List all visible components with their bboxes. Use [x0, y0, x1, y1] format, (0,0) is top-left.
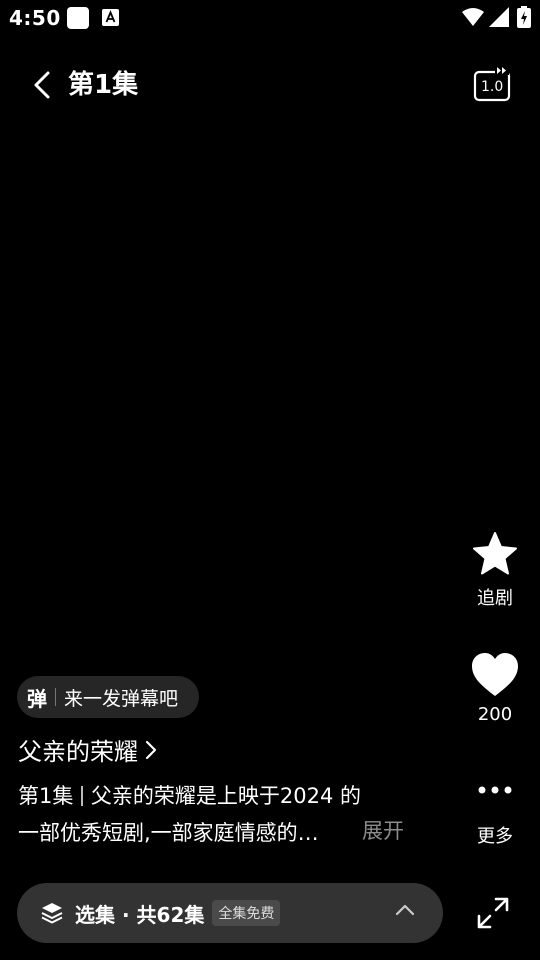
- layers-icon: [41, 903, 63, 924]
- battery-charging-icon: [517, 6, 531, 28]
- danmaku-input[interactable]: 弹 来一发弹幕吧: [17, 676, 199, 718]
- free-badge: 全集免费: [212, 900, 281, 926]
- status-time: 4:50: [9, 6, 61, 30]
- chevron-up-icon[interactable]: [395, 903, 415, 917]
- episode-selector-bar[interactable]: 选集 · 共62集 全集免费: [17, 883, 443, 943]
- expand-button[interactable]: 展开: [362, 815, 404, 845]
- back-arrow-icon[interactable]: [28, 68, 60, 102]
- divider: [81, 786, 83, 806]
- divider: [55, 688, 56, 706]
- follow-label: 追剧: [477, 588, 513, 609]
- episode-count-label: 选集 · 共62集: [75, 902, 205, 927]
- follow-drama-button[interactable]: 追剧: [465, 530, 525, 610]
- more-label: 更多: [477, 826, 513, 847]
- drama-title: 父亲的荣耀: [18, 738, 138, 766]
- star-icon: [473, 532, 517, 575]
- speed-label: 1.0: [481, 79, 504, 95]
- danmaku-icon: 弹: [27, 686, 47, 711]
- wifi-icon: [462, 8, 484, 26]
- description-line-1: 父亲的荣耀是上映于2024 的: [90, 784, 361, 808]
- page-title: 第1集: [68, 70, 139, 100]
- cell-signal-icon: [489, 7, 509, 27]
- danmaku-placeholder: 来一发弹幕吧: [64, 687, 179, 710]
- notification-app-icon: [67, 7, 89, 29]
- like-button[interactable]: 200: [465, 652, 525, 725]
- keyboard-a-icon: [102, 9, 119, 26]
- more-dots-icon: [478, 786, 512, 794]
- episode-label: 第1集: [18, 784, 74, 808]
- more-button[interactable]: 更多: [465, 776, 525, 848]
- fullscreen-icon[interactable]: [476, 896, 510, 930]
- drama-title-link[interactable]: 父亲的荣耀: [18, 732, 158, 767]
- chevron-right-icon: [145, 740, 157, 759]
- playback-speed-button[interactable]: 1.0: [473, 66, 513, 102]
- heart-icon: [472, 653, 518, 696]
- like-count: 200: [477, 704, 513, 725]
